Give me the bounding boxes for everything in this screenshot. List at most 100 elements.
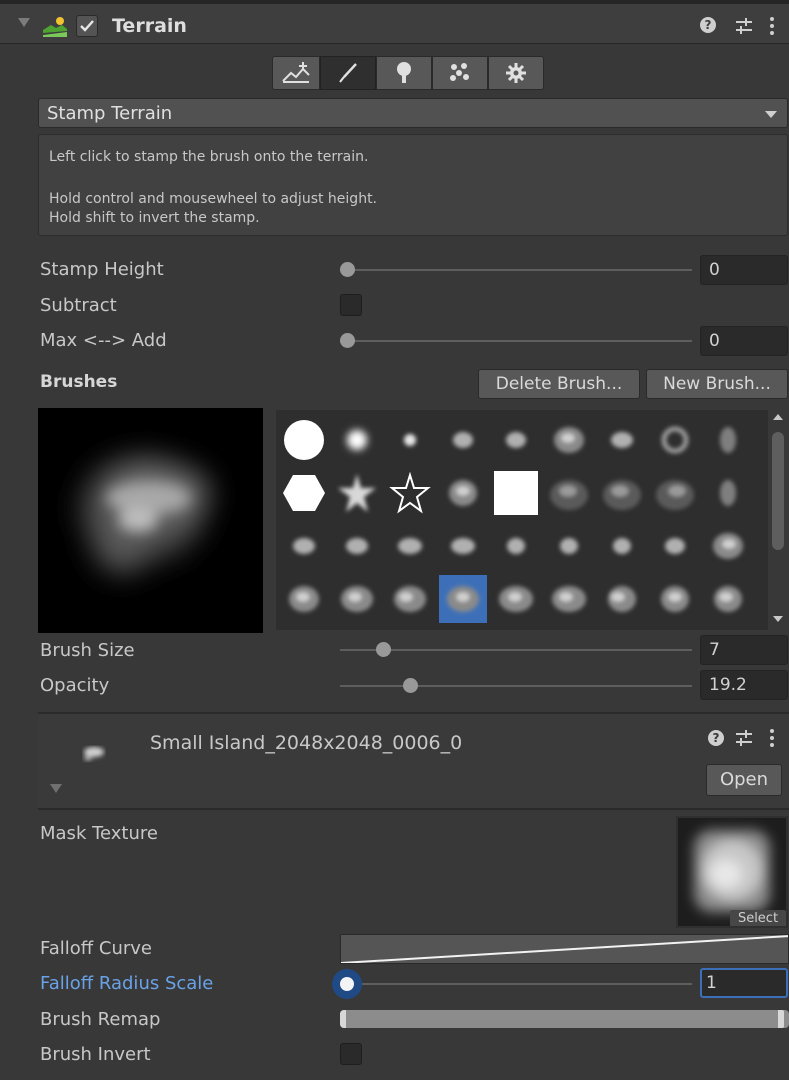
brush-thumbnail[interactable] [651, 416, 699, 464]
brush-thumbnail[interactable] [598, 575, 646, 623]
help-box: Left click to stamp the brush onto the t… [38, 134, 788, 236]
brush-size-track[interactable] [340, 649, 692, 651]
brush-thumbnail[interactable] [439, 469, 487, 517]
delete-brush-button[interactable]: Delete Brush... [478, 369, 640, 399]
brush-shape-icon [665, 538, 685, 554]
brush-thumbnail[interactable] [545, 416, 593, 464]
brush-thumbnail[interactable] [386, 522, 434, 570]
brush-thumbnail[interactable] [333, 469, 381, 517]
brush-shape-icon [389, 471, 431, 514]
tool-details-button[interactable] [432, 56, 488, 90]
brush-thumbnail[interactable] [492, 522, 540, 570]
tool-settings-button[interactable] [488, 56, 544, 90]
brush-thumbnail[interactable] [598, 469, 646, 517]
brush-thumbnail[interactable] [280, 416, 328, 464]
brush-shape-icon [656, 480, 694, 510]
brush-thumbnail[interactable] [333, 416, 381, 464]
brush-thumbnail[interactable] [704, 416, 752, 464]
opacity-track[interactable] [340, 685, 692, 687]
brush-thumbnail[interactable] [598, 522, 646, 570]
terrain-enabled-checkbox[interactable] [76, 15, 98, 37]
brush-thumbnail[interactable] [704, 522, 752, 570]
stamp-height-field[interactable]: 0 [700, 255, 788, 285]
brush-thumbnail[interactable] [492, 469, 540, 517]
asset-help-icon[interactable]: ? [708, 730, 724, 746]
brush-thumbnail[interactable] [333, 575, 381, 623]
kebab-menu-icon[interactable] [768, 16, 776, 36]
paint-details-icon [450, 63, 469, 81]
brush-remap-range[interactable] [340, 1010, 789, 1028]
help-line-1: Left click to stamp the brush onto the t… [49, 149, 369, 165]
brush-thumbnail[interactable] [386, 416, 434, 464]
brush-thumbnail[interactable] [492, 575, 540, 623]
brush-size-handle[interactable] [376, 642, 391, 657]
tool-raise-lower-button[interactable] [272, 56, 320, 90]
asset-foldout-arrow-icon[interactable] [50, 784, 62, 793]
brush-thumbnail[interactable] [651, 469, 699, 517]
brush-thumbnail[interactable] [280, 522, 328, 570]
brush-thumbnail[interactable] [704, 469, 752, 517]
asset-presets-icon[interactable] [734, 728, 754, 748]
falloff-radius-track[interactable] [340, 983, 692, 985]
stamp-height-handle[interactable] [340, 262, 355, 277]
stamp-height-track[interactable] [340, 269, 692, 271]
tool-dropdown[interactable]: Stamp Terrain [38, 98, 788, 128]
opacity-handle[interactable] [403, 678, 418, 693]
scroll-down-icon[interactable] [773, 616, 783, 622]
scrollbar-thumb[interactable] [772, 432, 784, 550]
brush-thumbnail[interactable] [439, 416, 487, 464]
remap-max-handle[interactable] [778, 1010, 784, 1028]
brush-thumbnail[interactable] [439, 522, 487, 570]
brush-size-field[interactable]: 7 [700, 635, 788, 665]
brush-thumbnail[interactable] [386, 469, 434, 517]
presets-icon[interactable] [734, 16, 754, 36]
brush-shape-icon [341, 586, 373, 612]
foldout-arrow-icon[interactable] [18, 18, 30, 27]
brush-shape-icon [293, 538, 315, 554]
mask-texture-field[interactable]: Select [676, 816, 788, 928]
brush-thumbnail[interactable] [280, 469, 328, 517]
brush-thumbnail[interactable] [492, 416, 540, 464]
brush-thumbnail[interactable] [598, 416, 646, 464]
falloff-curve-field[interactable] [340, 934, 789, 964]
falloff-radius-handle-dot [340, 977, 354, 991]
brush-thumbnail[interactable] [545, 469, 593, 517]
stamp-height-label: Stamp Height [40, 259, 164, 280]
max-add-label: Max <--> Add [40, 330, 167, 351]
brush-thumbnail[interactable] [280, 575, 328, 623]
brush-thumbnail[interactable] [386, 575, 434, 623]
tool-trees-button[interactable] [376, 56, 432, 90]
help-icon[interactable]: ? [700, 17, 716, 33]
brush-shape-icon [720, 480, 736, 506]
brush-shape-icon [284, 420, 324, 460]
brush-shape-icon [550, 480, 588, 510]
tool-paint-button[interactable] [320, 56, 376, 90]
asset-kebab-menu-icon[interactable] [768, 728, 776, 748]
max-add-handle[interactable] [340, 333, 355, 348]
brush-thumbnail[interactable] [704, 575, 752, 623]
mask-select-button[interactable]: Select [730, 910, 786, 926]
opacity-field[interactable]: 19.2 [700, 670, 788, 700]
opacity-label: Opacity [40, 675, 110, 696]
brush-invert-checkbox[interactable] [340, 1043, 362, 1065]
falloff-radius-field[interactable]: 1 [700, 968, 788, 998]
brush-thumbnail[interactable] [439, 575, 487, 623]
brush-shape-icon [283, 475, 325, 511]
brush-shape-icon [608, 586, 636, 612]
open-asset-button[interactable]: Open [706, 764, 782, 796]
mask-texture-label: Mask Texture [40, 823, 158, 844]
terrain-settings-icon [506, 63, 526, 83]
max-add-track[interactable] [340, 340, 692, 342]
brush-thumbnail[interactable] [545, 575, 593, 623]
brush-thumbnail[interactable] [333, 522, 381, 570]
brush-grid [276, 410, 768, 630]
scroll-up-icon[interactable] [773, 414, 783, 420]
brush-thumbnail[interactable] [651, 575, 699, 623]
remap-min-handle[interactable] [340, 1010, 346, 1028]
max-add-field[interactable]: 0 [700, 326, 788, 356]
brush-thumbnail[interactable] [545, 522, 593, 570]
new-brush-button[interactable]: New Brush... [646, 369, 788, 399]
subtract-checkbox[interactable] [340, 294, 362, 316]
brush-grid-scrollbar[interactable] [768, 410, 788, 630]
brush-thumbnail[interactable] [651, 522, 699, 570]
